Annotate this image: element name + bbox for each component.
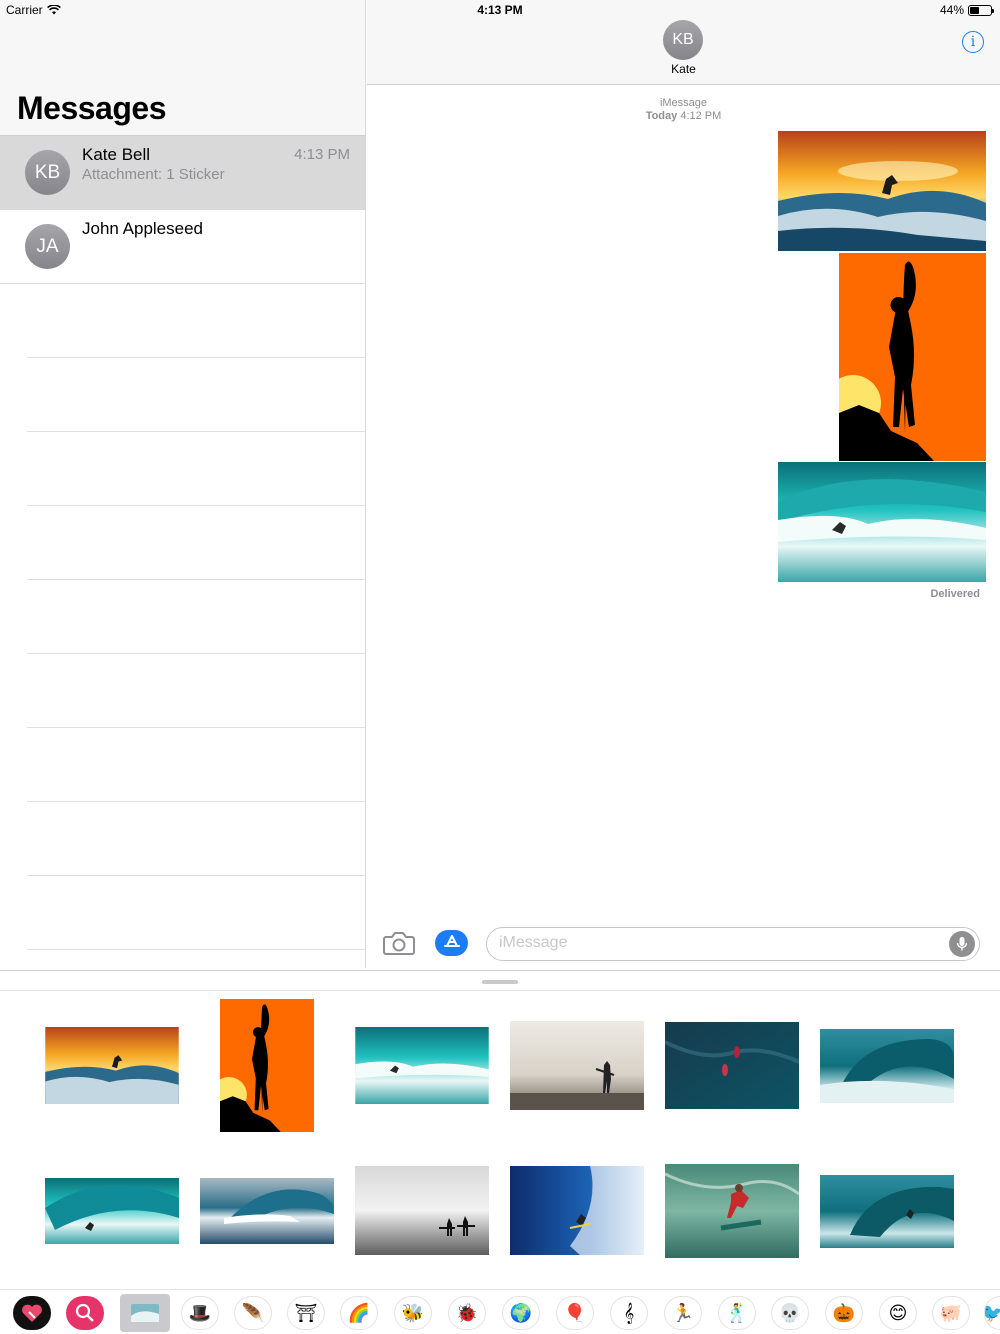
dancer-icon[interactable]: 🕺 <box>718 1296 756 1330</box>
battery-icon <box>968 4 994 16</box>
pig-icon[interactable]: 🐖 <box>932 1296 970 1330</box>
message-input-bar <box>367 924 1000 964</box>
globe-icon[interactable]: 🌍 <box>502 1296 540 1330</box>
microphone-button[interactable] <box>949 931 975 957</box>
balloon-icon[interactable]: 🎈 <box>556 1296 594 1330</box>
sticker-barrel-wave[interactable] <box>820 1029 954 1103</box>
conversation-preview: Attachment: 1 Sticker <box>82 166 225 183</box>
sticker-tube-rider[interactable] <box>45 1178 179 1244</box>
sticker-misty-beach-surfer[interactable] <box>510 1021 644 1110</box>
drawer-divider <box>0 990 1000 991</box>
avatar: JA <box>25 224 70 269</box>
chat-pane: KB Kate i iMessage Today 4:12 PM Deliver… <box>367 0 1000 968</box>
sticker-red-shirt-surfer[interactable] <box>665 1164 799 1258</box>
sticker-blue-wave-surfer[interactable] <box>510 1166 644 1255</box>
sticker-surfer-silhouette[interactable] <box>839 253 986 461</box>
imessage-field[interactable] <box>486 927 980 961</box>
list-separator <box>27 432 365 506</box>
runner-icon[interactable]: 🏃 <box>664 1296 702 1330</box>
contact-name[interactable]: Kate <box>367 62 1000 76</box>
sticker-big-barrel[interactable] <box>200 1178 334 1244</box>
list-separator <box>27 580 365 654</box>
list-separator <box>27 358 365 432</box>
battery-percent: 44% <box>939 3 964 17</box>
list-separator <box>27 876 365 950</box>
empty-rows <box>0 284 365 950</box>
service-label: iMessage <box>659 97 708 109</box>
conversation-name: Kate Bell <box>82 145 151 164</box>
treble-clef-icon[interactable]: 𝄞 <box>610 1296 648 1330</box>
list-separator <box>27 506 365 580</box>
page-title: Messages <box>17 90 166 126</box>
bee-icon[interactable]: 🐝 <box>394 1296 432 1330</box>
search-app-icon[interactable] <box>66 1296 104 1330</box>
conversation-row-kate-bell[interactable]: KB Kate Bell Attachment: 1 Sticker 4:13 … <box>0 136 365 210</box>
rainbow-icon[interactable]: 🌈 <box>340 1296 378 1330</box>
status-time: 4:13 PM <box>477 3 523 17</box>
avatar: KB <box>25 150 70 195</box>
ladybug-icon[interactable]: 🐞 <box>448 1296 486 1330</box>
delivered-status: Delivered <box>930 588 980 600</box>
conversation-row-john-appleseed[interactable]: JA John Appleseed <box>0 210 365 284</box>
feather-icon[interactable]: 🪶 <box>234 1296 272 1330</box>
skeleton-icon[interactable]: 💀 <box>771 1296 809 1330</box>
sticker-turquoise-wave[interactable] <box>778 462 986 582</box>
app-store-icon <box>443 935 460 947</box>
drawer-grabber[interactable] <box>482 980 518 984</box>
pumpkin-icon[interactable]: 🎃 <box>825 1296 863 1330</box>
hat-icon[interactable]: 🎩 <box>181 1296 219 1330</box>
smiley-icon[interactable]: 😊 <box>879 1296 917 1330</box>
sticker-aerial-surfers[interactable] <box>665 1022 799 1109</box>
status-bar: Carrier 4:13 PM 44% <box>0 0 1000 20</box>
wave-photo-icon <box>131 1304 159 1322</box>
microphone-icon <box>956 937 968 951</box>
pyramid-icon[interactable]: ⛩ <box>287 1296 325 1330</box>
battery-indicator: 44% <box>939 3 994 17</box>
list-separator <box>27 654 365 728</box>
conversation-name: John Appleseed <box>82 219 203 238</box>
search-icon <box>75 1303 94 1322</box>
app-store-button[interactable] <box>435 930 468 956</box>
imessage-app-bar: 🎩 🪶 ⛩ 🌈 🐝 🐞 🌍 🎈 𝄞 🏃 🕺 💀 🎃 😊 🐖 🐦 <box>0 1289 1000 1334</box>
sticker-turquoise-wave[interactable] <box>355 1027 489 1104</box>
messages-header: Messages <box>0 0 365 136</box>
sticker-sunset-surfer[interactable] <box>45 1027 179 1104</box>
info-icon[interactable]: i <box>962 31 984 53</box>
contact-avatar[interactable]: KB <box>663 20 703 60</box>
sticker-teal-barrel[interactable] <box>820 1175 954 1248</box>
message-timestamp: iMessage Today 4:12 PM <box>367 97 1000 123</box>
sticker-sunset-surfer[interactable] <box>778 131 986 251</box>
sticker-surfer-silhouette[interactable] <box>220 999 314 1132</box>
conversation-time: 4:13 PM <box>294 146 350 163</box>
heart-icon <box>22 1304 42 1322</box>
sticker-drawer: 🎩 🪶 ⛩ 🌈 🐝 🐞 🌍 🎈 𝄞 🏃 🕺 💀 🎃 😊 🐖 🐦 <box>0 970 1000 1334</box>
list-separator <box>27 802 365 876</box>
conversation-list-pane: Messages KB Kate Bell Attachment: 1 Stic… <box>0 0 366 968</box>
bird-icon[interactable]: 🐦 <box>984 1296 1000 1330</box>
list-separator <box>27 284 365 358</box>
heart-app-icon[interactable] <box>13 1296 51 1330</box>
today-time: 4:12 PM <box>680 110 722 122</box>
list-separator <box>27 728 365 802</box>
surf-stickers-icon[interactable] <box>120 1294 170 1332</box>
message-input[interactable] <box>499 934 939 952</box>
today-label: Today <box>645 110 678 122</box>
camera-icon[interactable] <box>383 930 415 956</box>
sticker-beach-surfers[interactable] <box>355 1166 489 1255</box>
